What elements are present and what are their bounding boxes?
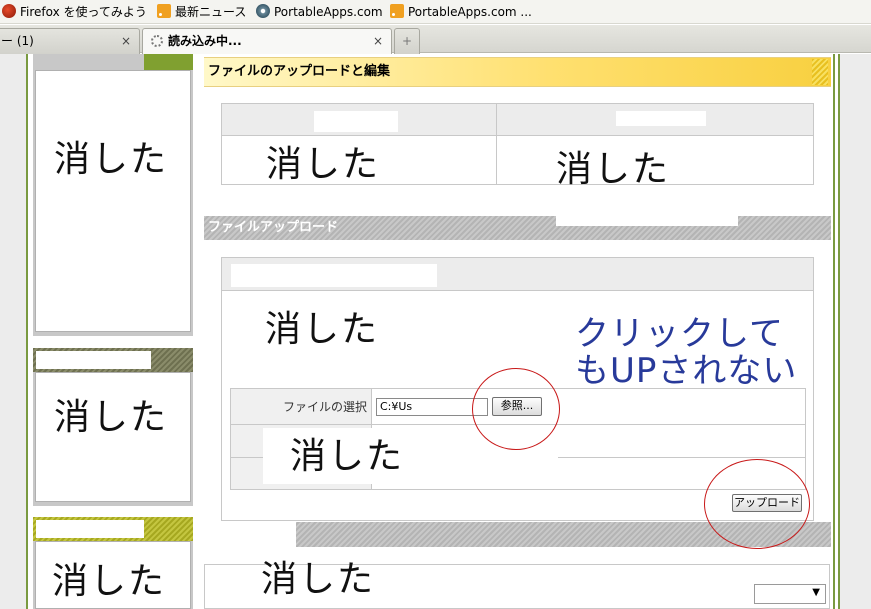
sidebar-box-3-title (36, 520, 144, 538)
chevron-down-icon: ▼ (812, 587, 820, 598)
plus-icon: + (401, 34, 413, 48)
deleted-text: 消した (54, 397, 169, 438)
sidebar-box-1: 消した (33, 54, 193, 336)
close-tab-icon[interactable]: × (373, 29, 383, 53)
deleted-text: 消した (556, 149, 671, 190)
bookmark-portableapps-feed[interactable]: PortableApps.com ... (390, 3, 532, 21)
sidebar-box-2: 消した (33, 348, 193, 506)
sidebar-box-2-title (36, 351, 151, 369)
section-title: ファイルアップロード (208, 220, 339, 235)
left-gutter (0, 54, 26, 609)
bookmark-label: Firefox を使ってみよう (20, 5, 147, 19)
bookmark-label: PortableApps.com (274, 5, 383, 19)
deleted-text: 消した (54, 139, 169, 180)
deleted-text: 消した (266, 144, 381, 185)
portableapps-icon (256, 4, 270, 18)
tab-label: 読み込み中... (168, 34, 242, 48)
table-header-row (222, 104, 813, 136)
annotation-line-1: クリックして (575, 314, 784, 354)
section-3-dropdown[interactable]: ▼ (754, 584, 826, 604)
tab-1[interactable]: ー (1) × (0, 28, 140, 54)
rss-feed-icon (157, 4, 171, 18)
deleted-text: 消した (290, 436, 405, 477)
upload-panel-title (231, 264, 437, 287)
file-select-label: ファイルの選択 (282, 400, 367, 414)
annotation-circle-browse (472, 368, 560, 450)
tab-loading[interactable]: 読み込み中... × (142, 28, 392, 54)
tab-label: ー (1) (1, 34, 34, 48)
column-divider (496, 104, 497, 184)
loading-spinner-icon (151, 35, 163, 47)
deleted-text: 消した (261, 559, 376, 600)
deleted-text: 消した (52, 561, 167, 602)
firefox-icon (2, 4, 16, 18)
sidebar-box-1-accent (144, 54, 193, 70)
sidebar-box-3: 消した (33, 517, 193, 609)
upload-edit-header: ファイルのアップロードと編集 (204, 57, 831, 87)
header-stripe (812, 59, 828, 85)
frame-border-left (26, 54, 28, 609)
frame-border-right (833, 54, 835, 609)
bookmark-portableapps[interactable]: PortableApps.com (256, 3, 383, 21)
bookmark-label: 最新ニュース (175, 5, 247, 19)
bookmark-news[interactable]: 最新ニュース (157, 3, 246, 21)
file-path-value: C:¥Us (380, 400, 413, 413)
sidebar-box-1-body (35, 70, 191, 332)
bookmarks-toolbar: Firefox を使ってみよう 最新ニュース PortableApps.com … (0, 0, 871, 24)
header-mask (556, 212, 738, 226)
tab-bar: ー (1) × 読み込み中... × + (0, 25, 871, 54)
table-header-cell-1 (314, 111, 398, 132)
bookmark-firefox[interactable]: Firefox を使ってみよう (2, 3, 147, 21)
bookmark-label: PortableApps.com ... (408, 5, 532, 19)
right-gutter (840, 54, 871, 609)
annotation-line-2: もUPされない (575, 351, 798, 391)
rss-feed-icon (390, 4, 404, 18)
annotation-circle-upload (704, 459, 810, 549)
section-3-title (204, 522, 296, 547)
table-header-cell-2 (616, 111, 706, 126)
new-tab-button[interactable]: + (394, 28, 420, 54)
close-tab-icon[interactable]: × (121, 29, 131, 53)
section-title: ファイルのアップロードと編集 (208, 64, 391, 79)
deleted-text: 消した (265, 309, 380, 350)
